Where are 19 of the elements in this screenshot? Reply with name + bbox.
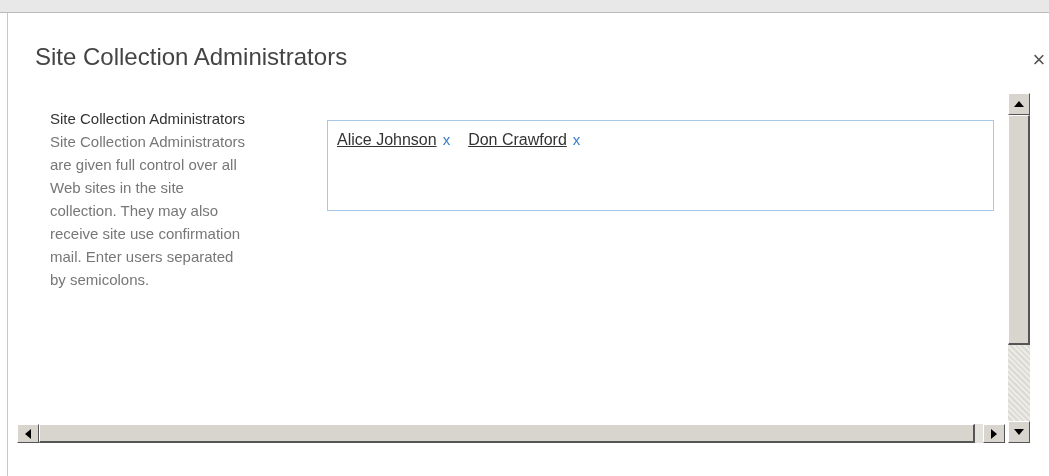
remove-person-button[interactable]: x [442,131,451,148]
vertical-scrollbar[interactable] [1008,93,1030,443]
down-triangle-icon [1014,429,1024,435]
remove-person-button[interactable]: x [572,131,581,148]
dialog-title: Site Collection Administrators [35,43,348,71]
scroll-right-button[interactable] [983,424,1005,443]
close-button[interactable]: × [1029,49,1049,71]
right-triangle-icon [991,428,997,439]
scroll-thumb[interactable] [1008,115,1030,345]
left-triangle-icon [25,428,31,439]
section-description: Site Collection Administrators are given full control over all Web sites in the site collection. They may also receive site use confirmation mail. Enter users separated by semicolons. [50,132,247,290]
person-link[interactable]: Don Crawford [468,131,567,149]
scroll-up-button[interactable] [1008,93,1030,115]
up-triangle-icon [1014,101,1024,107]
scroll-down-button[interactable] [1008,421,1030,443]
section-heading: Site Collection Administrators [50,109,247,129]
person-link[interactable]: Alice Johnson [337,131,437,149]
scroll-left-button[interactable] [17,424,39,443]
people-picker-field[interactable]: Alice Johnson x Don Crawford x [327,120,994,211]
